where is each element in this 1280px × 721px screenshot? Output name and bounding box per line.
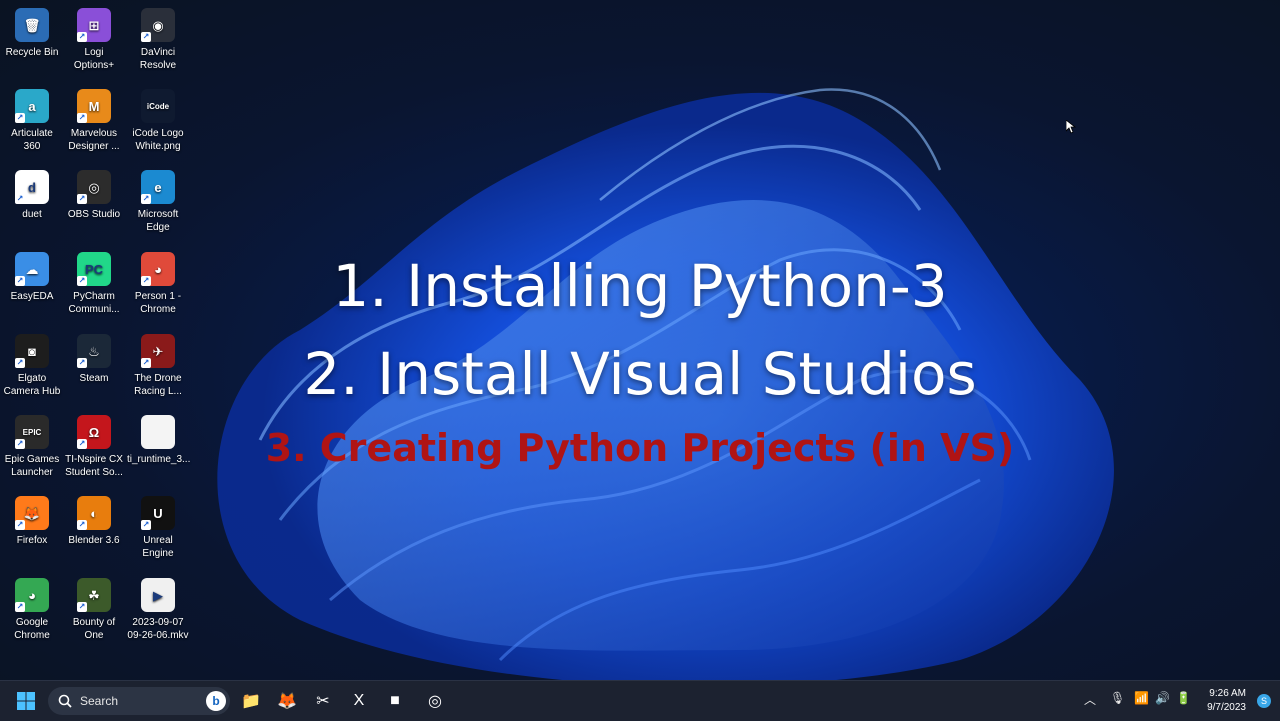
desktop-icon-label: duet: [22, 209, 42, 220]
start-button[interactable]: [12, 687, 40, 715]
xbox-icon[interactable]: X: [345, 687, 373, 715]
bing-icon[interactable]: b: [206, 691, 226, 711]
search-placeholder: Search: [80, 694, 119, 708]
desktop-icon-label: Bounty of One: [72, 617, 116, 641]
obs-studio-icon: ◎ ↗: [77, 170, 111, 204]
blender-icon: ◐ ↗: [77, 496, 111, 530]
desktop-icon[interactable]: ◕ ↗ Google Chrome: [1, 574, 63, 650]
desktop-icon[interactable]: ⊞ ↗ Logi Options+: [63, 4, 125, 80]
taskbar-clock[interactable]: 9:26 AM 9/7/2023: [1196, 687, 1246, 715]
desktop-icon-label: Marvelous Designer ...: [68, 128, 120, 152]
desktop-icon[interactable]: a ↗ Articulate 360: [1, 85, 63, 161]
desktop: 🗑 Recycle Bin ⊞ ↗ Logi Options+ ◉ ↗ DaVinci Res…: [0, 0, 1280, 680]
desktop-icon-label: OBS Studio: [67, 209, 121, 220]
wifi-icon[interactable]: 📶: [1134, 691, 1149, 705]
duet-icon: d ↗: [15, 170, 49, 204]
volume-icon[interactable]: 🔊: [1155, 691, 1170, 705]
desktop-icon[interactable]: d ↗ duet: [1, 166, 63, 242]
firefox-icon: 🦊 ↗: [15, 496, 49, 530]
overlay-step-3: 3. Creating Python Projects (in VS): [265, 426, 1015, 470]
shortcut-arrow-icon: ↗: [141, 32, 151, 42]
desktop-icon[interactable]: 🗑 Recycle Bin: [1, 4, 63, 80]
shortcut-arrow-icon: ↗: [77, 113, 87, 123]
shortcut-arrow-icon: ↗: [15, 113, 25, 123]
desktop-icon-label: Blender 3.6: [68, 535, 120, 546]
unreal-engine-icon: U ↗: [141, 496, 175, 530]
desktop-icon-label: Firefox: [16, 535, 48, 546]
image-file-icon: iCode: [141, 89, 175, 123]
overlay-step-2: 2. Install Visual Studios: [303, 340, 977, 408]
search-icon: [58, 694, 72, 708]
file-explorer-icon[interactable]: 📁: [237, 687, 265, 715]
clock-time: 9:26 AM: [1209, 688, 1246, 699]
battery-icon[interactable]: 🔋: [1176, 691, 1191, 705]
shortcut-arrow-icon: ↗: [15, 520, 25, 530]
edge-icon: e ↗: [141, 170, 175, 204]
shortcut-arrow-icon: ↗: [15, 602, 25, 612]
desktop-icon-label: Microsoft Edge: [137, 209, 179, 233]
marvelous-designer-icon: M ↗: [77, 89, 111, 123]
recycle-bin-icon: 🗑: [15, 8, 49, 42]
shortcut-arrow-icon: ↗: [141, 194, 151, 204]
shortcut-arrow-icon: ↗: [77, 194, 87, 204]
chrome-icon: ◕ ↗: [15, 578, 49, 612]
shortcut-arrow-icon: ↗: [77, 602, 87, 612]
desktop-icon[interactable]: e ↗ Microsoft Edge: [127, 166, 189, 242]
notification-icon[interactable]: S: [1257, 694, 1271, 708]
desktop-icon-label: Articulate 360: [11, 128, 53, 152]
video-file-icon: ▶: [141, 578, 175, 612]
shortcut-arrow-icon: ↗: [77, 520, 87, 530]
logi-options-icon: ⊞ ↗: [77, 8, 111, 42]
desktop-icon-label: iCode Logo White.png: [132, 128, 184, 152]
shortcut-arrow-icon: ↗: [77, 32, 87, 42]
shortcut-arrow-icon: ↗: [141, 520, 151, 530]
show-hidden-icons-chevron-icon[interactable]: ︿: [1084, 691, 1096, 708]
desktop-icon-label: Recycle Bin: [5, 47, 59, 58]
desktop-icon[interactable]: M ↗ Marvelous Designer ...: [63, 85, 125, 161]
firefox-icon[interactable]: 🦊: [273, 687, 301, 715]
taskbar: Search b 📁 🦊 ✂ X ■ ◎ ︿ 🎙 📶 🔊 🔋 9:26 AM 9/7/20…: [0, 680, 1280, 721]
desktop-icon-label: 2023-09-07 09-26-06.mkv: [127, 617, 189, 641]
microphone-icon[interactable]: 🎙: [1110, 691, 1125, 705]
articulate-360-icon: a ↗: [15, 89, 49, 123]
clock-date: 9/7/2023: [1207, 702, 1246, 713]
desktop-icon[interactable]: iCode iCode Logo White.png: [127, 85, 189, 161]
desktop-icon-label: Logi Options+: [73, 47, 115, 71]
desktop-icon[interactable]: 🦊 ↗ Firefox: [1, 492, 63, 568]
taskbar-search-box[interactable]: Search b: [48, 687, 230, 715]
recording-app-icon[interactable]: ■: [381, 687, 409, 715]
desktop-icon[interactable]: U ↗ Unreal Engine: [127, 492, 189, 568]
snipping-tool-icon[interactable]: ✂: [309, 687, 337, 715]
desktop-icon[interactable]: ▶ 2023-09-07 09-26-06.mkv: [127, 574, 189, 650]
obs-studio-icon[interactable]: ◎: [421, 687, 449, 715]
desktop-icon-label: Google Chrome: [14, 617, 50, 641]
mouse-pointer-icon: [1066, 120, 1076, 134]
davinci-resolve-icon: ◉ ↗: [141, 8, 175, 42]
desktop-icon[interactable]: ◐ ↗ Blender 3.6: [63, 492, 125, 568]
shortcut-arrow-icon: ↗: [15, 194, 25, 204]
desktop-icon[interactable]: ◎ ↗ OBS Studio: [63, 166, 125, 242]
bounty-of-one-icon: ☘ ↗: [77, 578, 111, 612]
desktop-icon-label: Unreal Engine: [142, 535, 174, 559]
desktop-icon[interactable]: ☘ ↗ Bounty of One: [63, 574, 125, 650]
desktop-icon[interactable]: ◉ ↗ DaVinci Resolve: [127, 4, 189, 80]
overlay-step-1: 1. Installing Python-3: [332, 252, 948, 320]
windows-logo-icon: [17, 692, 35, 710]
desktop-icon-label: DaVinci Resolve: [139, 47, 177, 71]
